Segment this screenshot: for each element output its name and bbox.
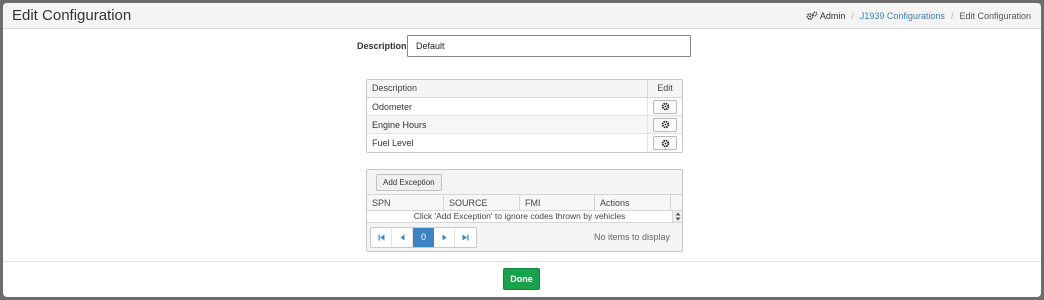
empty-message: Click 'Add Exception' to ignore codes th… <box>413 211 626 221</box>
edit-engine-hours-button[interactable] <box>653 117 677 132</box>
row-label-fuel-level: Fuel Level <box>367 134 648 152</box>
breadcrumb-admin[interactable]: Admin <box>806 11 846 21</box>
description-label: Description <box>357 41 407 51</box>
row-label-engine-hours: Engine Hours <box>367 116 648 133</box>
edit-fuel-level-button[interactable] <box>653 136 677 150</box>
last-page-button[interactable] <box>455 228 476 247</box>
column-header-actions: Actions <box>595 195 671 210</box>
previous-page-button[interactable] <box>392 227 413 247</box>
breadcrumb-admin-label: Admin <box>819 11 846 21</box>
first-page-icon <box>378 234 384 240</box>
breadcrumb-separator: / <box>950 11 954 21</box>
page-title: Edit Configuration <box>12 7 132 24</box>
table-row: Engine Hours <box>367 116 682 134</box>
table-row: Fuel Level <box>367 134 682 152</box>
header-scroll-gap <box>671 195 682 210</box>
column-header-spn[interactable]: SPN <box>367 195 444 210</box>
breadcrumb-current: Edit Configuration <box>959 11 1031 21</box>
vertical-scrollbar[interactable] <box>672 211 682 222</box>
previous-page-icon <box>400 234 404 240</box>
gear-icon <box>661 139 669 147</box>
properties-grid: Description Edit Odometer Engine Hours F… <box>366 79 683 153</box>
row-label-odometer: Odometer <box>367 98 648 115</box>
column-header-description[interactable]: Description <box>367 80 648 97</box>
edit-odometer-button[interactable] <box>653 99 677 114</box>
description-row: Description <box>357 35 691 57</box>
page-header: Edit Configuration Admin / J1939 Configu… <box>3 3 1041 29</box>
gear-icon <box>661 120 669 129</box>
breadcrumb: Admin / J1939 Configurations / Edit Conf… <box>806 11 1031 21</box>
scroll-arrows-icon <box>675 212 680 221</box>
done-button[interactable]: Done <box>503 268 540 290</box>
properties-grid-header: Description Edit <box>367 80 682 98</box>
next-page-icon <box>442 234 446 240</box>
column-header-edit: Edit <box>657 83 673 93</box>
cogs-icon <box>806 11 818 20</box>
column-header-fmi[interactable]: FMI <box>520 195 595 210</box>
column-header-source[interactable]: SOURCE <box>444 195 520 210</box>
add-exception-button[interactable]: Add Exception <box>376 174 442 191</box>
description-input[interactable] <box>407 35 691 57</box>
first-page-button[interactable] <box>371 227 392 247</box>
pager-controls: 0 <box>370 226 477 248</box>
gear-icon <box>661 102 669 111</box>
breadcrumb-j1939[interactable]: J1939 Configurations <box>860 11 945 21</box>
breadcrumb-separator: / <box>851 11 854 21</box>
exceptions-toolbar: Add Exception <box>367 170 682 194</box>
exceptions-grid-body: Click 'Add Exception' to ignore codes th… <box>367 211 682 223</box>
last-page-icon <box>462 234 469 240</box>
next-page-button[interactable] <box>434 227 455 247</box>
exceptions-grid-header: SPN SOURCE FMI Actions <box>367 194 682 211</box>
pager: 0 No items to display <box>367 223 682 251</box>
table-row: Odometer <box>367 98 682 116</box>
footer-divider <box>3 261 1041 262</box>
current-page-button[interactable]: 0 <box>413 227 434 247</box>
app-window: Edit Configuration Admin / J1939 Configu… <box>3 3 1041 297</box>
exceptions-grid: Add Exception SPN SOURCE FMI Actions Cli… <box>366 169 683 252</box>
pager-status: No items to display <box>593 232 670 242</box>
